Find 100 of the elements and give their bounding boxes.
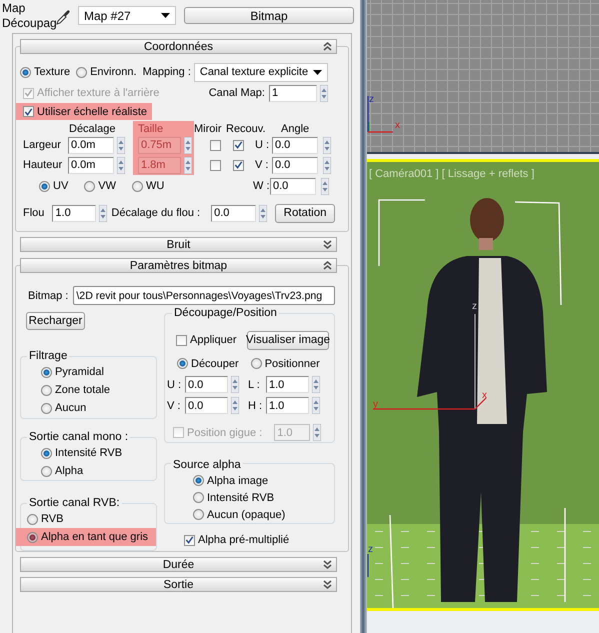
number-field[interactable]: 1.0 (266, 376, 309, 393)
radio-button[interactable] (193, 475, 204, 486)
option-label: Aucun (55, 402, 86, 414)
checkbox-label: Position gigue : (187, 426, 262, 438)
checkbox-label: Appliquer (190, 334, 236, 346)
rollout-header[interactable]: Sortie (20, 577, 337, 592)
checkbox[interactable] (210, 140, 221, 150)
column-header: Angle (281, 123, 310, 135)
spinner-arrows-icon[interactable] (231, 376, 239, 393)
field-label: Canal Map: (208, 87, 265, 99)
splitter-bar[interactable] (360, 0, 367, 633)
spinner-arrows-icon[interactable] (323, 156, 331, 174)
spinner-arrows-icon[interactable] (313, 424, 322, 441)
spinner-arrows-icon[interactable] (323, 136, 331, 154)
camera-viewport[interactable]: [ Caméra001 ] [ Lissage + reflets ] z x y z (367, 159, 599, 611)
number-field[interactable]: 0.0m (68, 156, 114, 174)
radio-button[interactable] (41, 402, 52, 414)
radio-button[interactable] (39, 180, 50, 192)
radio-button[interactable] (132, 180, 144, 192)
spinner-arrows-icon[interactable] (184, 136, 192, 154)
field-label: V : (167, 400, 182, 412)
field-label: L : (248, 378, 261, 390)
spinner-arrows-icon[interactable] (231, 397, 239, 414)
field-label: Décalage du flou : (111, 207, 200, 219)
reload-button[interactable]: Recharger (26, 312, 85, 330)
spinner-arrows-icon[interactable] (312, 397, 320, 414)
radio-button[interactable] (27, 514, 38, 524)
spinner-arrows-icon[interactable] (184, 156, 192, 174)
caret-icon (161, 13, 170, 18)
axis-label: x (482, 390, 487, 401)
option-label: Alpha image (207, 474, 268, 486)
axis-label: y (373, 399, 378, 410)
radio-button[interactable] (27, 532, 38, 542)
viewport-label: [ Caméra001 ] [ Lissage + reflets ] (369, 168, 534, 180)
option-label: Texture (34, 66, 70, 78)
radio-button[interactable] (41, 384, 52, 396)
caret-icon (312, 70, 322, 74)
checkbox-label: Alpha pré-multiplié (198, 534, 290, 546)
rollout-header[interactable]: Paramètres bitmap (20, 258, 337, 273)
axis-icon (367, 96, 393, 133)
spinner-arrows-icon[interactable] (117, 156, 125, 174)
number-field[interactable]: 0.0 (272, 136, 318, 154)
option-label: Positionner (264, 358, 320, 370)
checkbox[interactable] (233, 160, 244, 170)
checkbox-label: Utiliser échelle réaliste (37, 106, 148, 118)
number-field[interactable]: 0.0 (270, 178, 316, 194)
number-field[interactable]: 0.0 (185, 397, 228, 414)
option-label: Alpha en tant que gris (41, 531, 148, 543)
checkbox[interactable] (23, 106, 34, 117)
axis-label: x (395, 120, 400, 131)
checkbox[interactable] (184, 534, 195, 546)
radio-button[interactable] (84, 180, 96, 192)
checkbox[interactable] (176, 334, 187, 346)
rollout-header[interactable]: Bruit (20, 237, 337, 252)
spinner-arrows-icon[interactable] (320, 84, 328, 102)
spinner-arrows-icon[interactable] (99, 204, 108, 222)
number-field[interactable]: 1.0 (266, 397, 309, 414)
mapping-dropdown[interactable]: Canal texture explicite (194, 62, 328, 82)
radio-button[interactable] (193, 509, 204, 520)
rollout-header[interactable]: Durée (20, 557, 337, 572)
number-field[interactable]: 0.0 (185, 376, 228, 393)
option-label: Intensité RVB (55, 447, 122, 459)
radio-button[interactable] (41, 448, 52, 458)
number-field[interactable]: 0.0 (211, 204, 256, 222)
number-field[interactable]: 1 (269, 84, 317, 102)
map-dropdown[interactable]: Map #27 (78, 6, 176, 25)
radio-button[interactable] (250, 358, 262, 369)
number-field[interactable]: 1.0 (52, 204, 96, 222)
radio-button[interactable] (193, 492, 204, 503)
rollout-header[interactable]: Coordonnées (20, 39, 337, 54)
option-label: RVB (41, 513, 64, 525)
spinner-arrows-icon[interactable] (259, 204, 268, 222)
column-header: Miroir (194, 123, 222, 135)
rotation-button[interactable]: Rotation (275, 204, 336, 222)
checkbox[interactable] (233, 140, 244, 150)
radio-button[interactable] (177, 358, 188, 369)
radio-button[interactable] (41, 466, 52, 476)
view-image-button[interactable]: Visualiser image (247, 330, 329, 350)
option-label: Alpha (55, 465, 84, 477)
option-label: Pyramidal (55, 366, 104, 378)
row-label: Hauteur (23, 159, 62, 171)
field-label: Mapping : (142, 66, 191, 78)
option-label: VW (98, 180, 116, 192)
spinner-arrows-icon[interactable] (321, 178, 329, 194)
eyedropper-icon[interactable] (56, 9, 70, 25)
group-title: Filtrage (27, 350, 70, 363)
axis-icon (372, 314, 487, 410)
spinner-arrows-icon[interactable] (312, 376, 320, 393)
radio-button[interactable] (76, 66, 88, 78)
field-label: H : (248, 400, 264, 412)
axis-label: z (369, 94, 374, 105)
axis-label: z (368, 544, 373, 555)
bitmap-path-field[interactable]: \2D revit pour tous\Personnages\Voyages\Trv23.png (73, 286, 336, 305)
radio-button[interactable] (41, 366, 52, 378)
map-type-button[interactable]: Bitmap (184, 7, 354, 24)
number-field[interactable]: 0.0m (68, 136, 114, 154)
spinner-arrows-icon[interactable] (117, 136, 125, 154)
radio-button[interactable] (20, 66, 31, 78)
number-field[interactable]: 0.0 (272, 156, 318, 174)
checkbox[interactable] (210, 160, 221, 170)
